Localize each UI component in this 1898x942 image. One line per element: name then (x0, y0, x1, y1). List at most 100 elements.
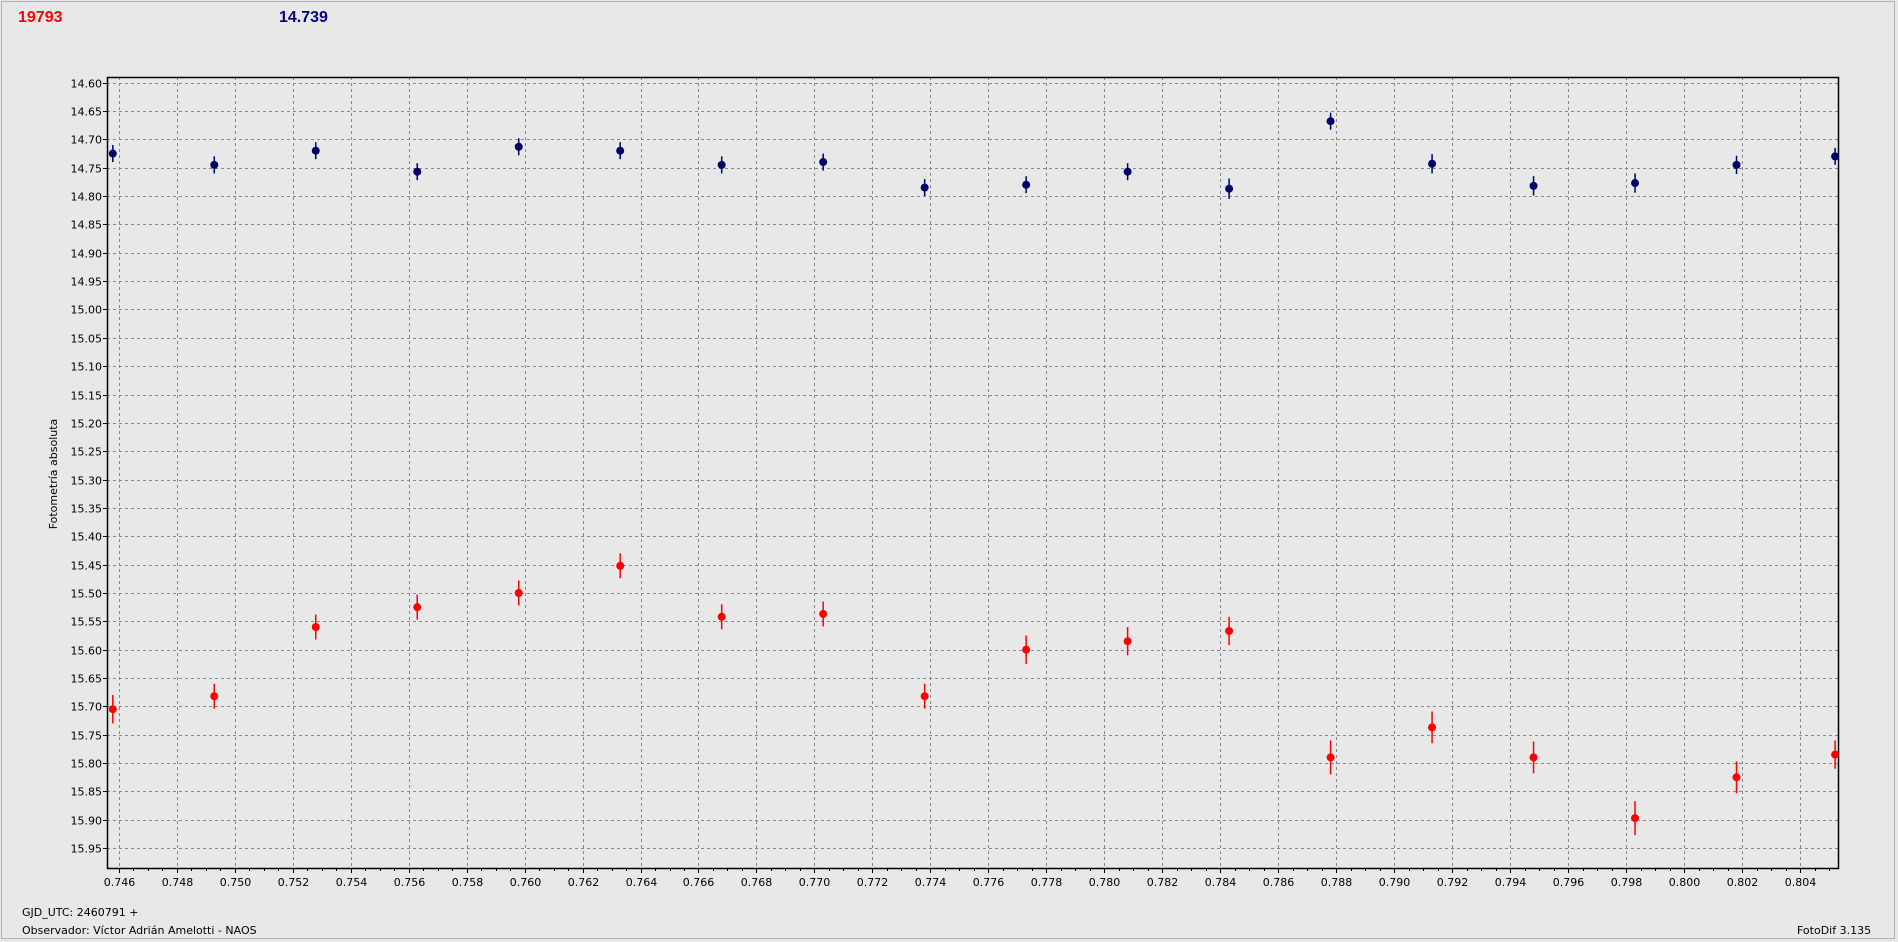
x-tick-label: 0.750 (220, 876, 252, 889)
y-tick-label: 15.85 (71, 786, 103, 799)
y-tick-label: 15.20 (71, 418, 103, 431)
x-tick-label: 0.802 (1727, 876, 1759, 889)
y-tick-label: 15.75 (71, 730, 103, 743)
x-tick-label: 0.786 (1263, 876, 1295, 889)
y-tick-label: 14.80 (71, 191, 103, 204)
blue-data-point (108, 149, 117, 158)
blue-data-point (819, 158, 828, 167)
x-tick-label: 0.776 (973, 876, 1005, 889)
blue-data-point (1529, 181, 1538, 190)
y-tick-label: 15.35 (71, 503, 103, 516)
x-tick-label: 0.794 (1495, 876, 1527, 889)
red-data-point (108, 705, 117, 714)
blue-data-point (1022, 180, 1031, 189)
y-tick-label: 15.50 (71, 588, 103, 601)
blue-data-point (1225, 184, 1234, 193)
red-data-point (616, 561, 625, 570)
y-tick-label: 15.95 (71, 843, 103, 856)
blue-data-point (1428, 159, 1437, 168)
x-tick-label: 0.746 (104, 876, 136, 889)
blue-data-point (1631, 179, 1640, 188)
x-tick-label: 0.770 (799, 876, 831, 889)
red-data-point (210, 692, 219, 701)
x-tick-label: 0.790 (1379, 876, 1411, 889)
red-data-point (1529, 753, 1538, 762)
y-tick-label: 15.05 (71, 333, 103, 346)
red-data-point (1326, 753, 1335, 762)
x-tick-label: 0.760 (510, 876, 542, 889)
blue-data-point (514, 142, 523, 151)
y-tick-label: 15.10 (71, 361, 103, 374)
x-tick-label: 0.804 (1785, 876, 1817, 889)
x-tick-label: 0.798 (1611, 876, 1643, 889)
y-tick-label: 15.45 (71, 560, 103, 573)
x-tick-label: 0.768 (741, 876, 773, 889)
blue-data-point (1123, 167, 1132, 176)
y-tick-label: 14.60 (71, 78, 103, 91)
blue-data-point (1831, 152, 1840, 161)
red-data-point (311, 623, 320, 632)
y-tick-label: 15.55 (71, 616, 103, 629)
x-tick-label: 0.766 (683, 876, 715, 889)
x-tick-label: 0.780 (1089, 876, 1121, 889)
axis-layer: 14.60 14.65 14.70 14.75 14.80 14.85 14.90 14.95… (71, 76, 1840, 889)
x-tick-label: 0.764 (626, 876, 658, 889)
y-tick-label: 15.80 (71, 758, 103, 771)
y-tick-label: 15.40 (71, 531, 103, 544)
red-data-point (1631, 814, 1640, 823)
x-tick-label: 0.792 (1437, 876, 1469, 889)
red-data-point (1732, 773, 1741, 782)
y-tick-label: 14.85 (71, 219, 103, 232)
y-tick-label: 14.75 (71, 163, 103, 176)
red-data-point (920, 692, 929, 701)
chart: 14.60 14.65 14.70 14.75 14.80 14.85 14.90 14.95… (47, 76, 1840, 889)
x-tick-label: 0.788 (1321, 876, 1353, 889)
blue-data-point (1326, 117, 1335, 126)
footer-version: FotoDif 3.135 (1797, 924, 1872, 937)
blue-data-point (210, 160, 219, 169)
x-tick-label: 0.784 (1205, 876, 1237, 889)
y-tick-label: 15.25 (71, 446, 103, 459)
blue-data-point (717, 160, 726, 169)
footer-observer: Observador: Víctor Adrián Amelotti - NAO… (22, 924, 257, 937)
red-data-point (819, 609, 828, 618)
red-data-point (1123, 637, 1132, 646)
x-tick-label: 0.800 (1669, 876, 1701, 889)
x-tick-label: 0.762 (568, 876, 600, 889)
red-data-point (717, 612, 726, 621)
red-data-point (1831, 750, 1840, 759)
y-tick-label: 15.15 (71, 390, 103, 403)
blue-data-point (616, 146, 625, 155)
y-tick-label: 14.70 (71, 134, 103, 147)
y-tick-label: 14.65 (71, 106, 103, 119)
blue-data-point (920, 183, 929, 192)
y-tick-label: 15.00 (71, 304, 103, 317)
y-tick-label: 15.30 (71, 475, 103, 488)
x-tick-label: 0.758 (452, 876, 484, 889)
grid-layer (107, 77, 1838, 868)
y-tick-label: 14.90 (71, 248, 103, 261)
red-data-point (1022, 645, 1031, 654)
y-tick-label: 14.95 (71, 276, 103, 289)
x-tick-label: 0.752 (278, 876, 310, 889)
x-tick-label: 0.774 (915, 876, 947, 889)
points-layer (108, 112, 1840, 836)
x-tick-label: 0.772 (857, 876, 889, 889)
y-tick-label: 15.70 (71, 701, 103, 714)
red-data-point (514, 588, 523, 597)
blue-data-point (413, 167, 422, 176)
blue-data-point (311, 146, 320, 155)
y-axis-label: Fotometría absoluta (47, 419, 60, 530)
x-tick-label: 0.756 (394, 876, 426, 889)
red-data-point (1428, 723, 1437, 732)
x-tick-label: 0.748 (162, 876, 194, 889)
y-tick-label: 15.65 (71, 673, 103, 686)
x-tick-label: 0.754 (336, 876, 368, 889)
red-data-point (413, 603, 422, 612)
x-tick-label: 0.782 (1147, 876, 1179, 889)
y-tick-label: 15.90 (71, 815, 103, 828)
x-tick-label: 0.778 (1031, 876, 1063, 889)
blue-data-point (1732, 160, 1741, 169)
y-tick-label: 15.60 (71, 645, 103, 658)
x-tick-label: 0.796 (1553, 876, 1585, 889)
